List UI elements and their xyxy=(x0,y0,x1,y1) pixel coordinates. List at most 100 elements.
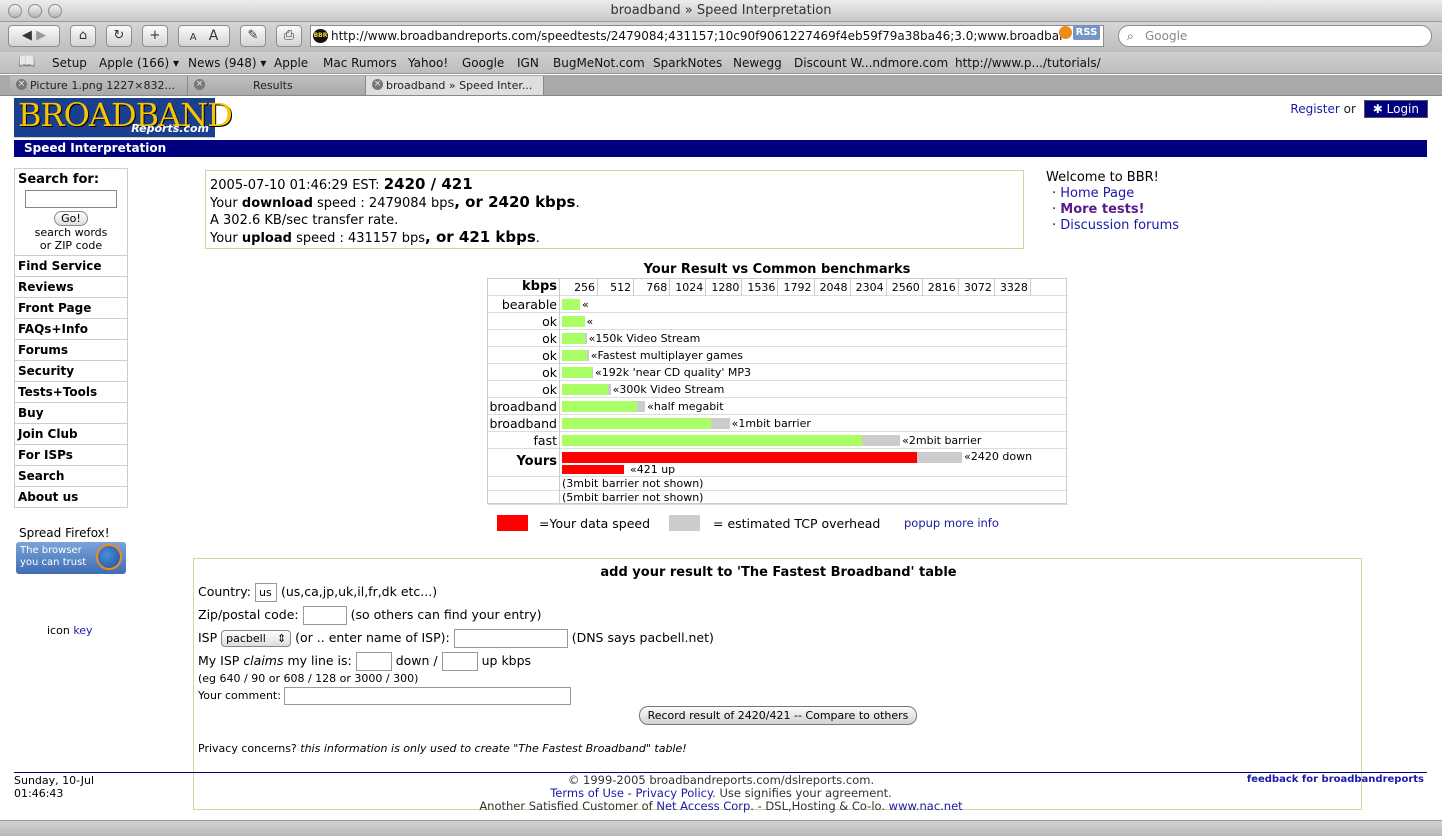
comment-input[interactable] xyxy=(284,687,572,705)
tab-picture[interactable]: × Picture 1.png 1227×832... xyxy=(10,76,188,95)
chart-row-label: ok xyxy=(488,347,560,364)
bookmarks-book-icon[interactable]: 📖 xyxy=(18,54,35,70)
bookmark-item[interactable]: Discount W...ndmore.com xyxy=(794,56,948,70)
bookmark-item[interactable]: Google xyxy=(462,56,504,70)
address-text[interactable]: http://www.broadbandreports.com/speedtes… xyxy=(331,29,1064,43)
back-arrow-icon[interactable]: ◀ xyxy=(22,28,32,43)
net-access-link[interactable]: Net Access Corp. xyxy=(656,799,754,813)
close-tab-icon[interactable]: × xyxy=(194,79,205,90)
bookmark-item[interactable]: News (948) ▾ xyxy=(188,56,266,70)
forward-arrow-icon[interactable]: ▶ xyxy=(36,28,46,43)
home-icon: ⌂ xyxy=(78,28,88,43)
isp-name-input[interactable] xyxy=(453,629,568,648)
go-button[interactable]: Go! xyxy=(54,211,88,226)
sidebar-item-forums[interactable]: Forums xyxy=(14,340,128,361)
tab-label[interactable]: broadband » Speed Inter... xyxy=(386,79,532,92)
footer-dash: - xyxy=(627,786,632,800)
close-tab-icon[interactable]: × xyxy=(16,79,27,90)
browser-window: broadband » Speed Interpretation ◀ ▶ ⌂ ↻… xyxy=(0,0,1442,836)
overhead-bar xyxy=(585,333,587,344)
discussion-forums-link[interactable]: Discussion forums xyxy=(1060,218,1179,233)
country-input[interactable]: us xyxy=(254,583,277,602)
bookmark-item[interactable]: http://www.p.../tutorials/ xyxy=(955,56,1101,70)
firefox-banner[interactable]: The browser you can trust xyxy=(16,542,126,574)
window-title: broadband » Speed Interpretation xyxy=(610,3,832,18)
rss-button[interactable]: RSS xyxy=(1073,25,1100,40)
sidebar-item-security[interactable]: Security xyxy=(14,361,128,382)
bookmark-item[interactable]: Apple xyxy=(274,56,308,70)
google-search-placeholder[interactable]: Google xyxy=(1145,29,1187,43)
claims-prefix: My ISP xyxy=(198,653,240,668)
title-bar: broadband » Speed Interpretation xyxy=(0,0,1442,22)
sidebar: Search for: Go! search words or ZIP code… xyxy=(14,168,128,508)
snapback-icon[interactable] xyxy=(1059,26,1072,39)
zip-input[interactable] xyxy=(302,606,347,625)
tab-label[interactable]: Picture 1.png 1227×832... xyxy=(30,79,175,92)
bookmark-item[interactable]: Yahoo! xyxy=(408,56,448,70)
icon-text: icon xyxy=(47,624,70,637)
download-line-prefix: Your xyxy=(210,196,238,211)
back-forward-buttons[interactable]: ◀ ▶ xyxy=(8,25,60,47)
add-bookmark-button[interactable]: + xyxy=(142,25,168,47)
country-hint: (us,ca,jp,uk,il,fr,dk etc...) xyxy=(280,584,438,599)
nac-link[interactable]: www.nac.net xyxy=(889,799,963,813)
bookmark-item[interactable]: Newegg xyxy=(733,56,782,70)
sidebar-item-join-club[interactable]: Join Club xyxy=(14,424,128,445)
chart-tick-label: 2048 xyxy=(819,281,848,294)
isp-select[interactable]: pacbell ⇕ xyxy=(221,630,292,647)
home-page-link[interactable]: Home Page xyxy=(1060,186,1134,201)
feedback-link[interactable]: feedback for broadbandreports xyxy=(1247,774,1424,785)
snapback-button[interactable]: ✎ xyxy=(240,25,266,47)
chart-row-label: ok xyxy=(488,330,560,347)
terms-link[interactable]: Terms of Use xyxy=(550,786,624,800)
chart-row-label: ok xyxy=(488,364,560,381)
bookmark-item[interactable]: Mac Rumors xyxy=(323,56,397,70)
result-timestamp: 2005-07-10 01:46:29 EST: xyxy=(210,178,380,193)
popup-more-info-link[interactable]: popup more info xyxy=(904,516,999,530)
sidebar-item-tests-tools[interactable]: Tests+Tools xyxy=(14,382,128,403)
address-bar[interactable]: BBR http://www.broadbandreports.com/spee… xyxy=(310,25,1104,47)
chart-tick-label: 1024 xyxy=(675,281,704,294)
tab-results[interactable]: × Results xyxy=(188,76,366,95)
text-size-buttons[interactable]: A A xyxy=(178,25,230,47)
sidebar-item-reviews[interactable]: Reviews xyxy=(14,277,128,298)
comment-label: Your comment: xyxy=(198,689,281,702)
claims-suffix: my line is: xyxy=(287,653,352,668)
register-link[interactable]: Register xyxy=(1290,102,1339,116)
key-link[interactable]: key xyxy=(73,624,92,637)
print-button[interactable]: ⎙ xyxy=(276,25,302,47)
download-word: download xyxy=(241,196,313,211)
bookmark-item[interactable]: Apple (166) ▾ xyxy=(99,56,179,70)
close-tab-icon[interactable]: × xyxy=(372,79,383,90)
google-search-field[interactable]: ⌕ Google xyxy=(1118,25,1432,47)
tab-broadband[interactable]: × broadband » Speed Inter... xyxy=(366,76,544,95)
isp-label: ISP xyxy=(198,630,218,645)
bookmark-item[interactable]: SparkNotes xyxy=(653,56,722,70)
claimed-down-input[interactable] xyxy=(355,652,392,671)
text-bigger-button[interactable]: A xyxy=(209,28,219,44)
site-logo[interactable]: BROADBAND Reports.com xyxy=(14,96,233,138)
your-download-overhead-bar xyxy=(917,452,963,463)
sidebar-item-faqs[interactable]: FAQs+Info xyxy=(14,319,128,340)
upload-kbps: , or 421 kbps xyxy=(425,228,536,246)
record-result-button[interactable]: Record result of 2420/421 -- Compare to … xyxy=(639,706,917,725)
sidebar-item-search[interactable]: Search xyxy=(14,466,128,487)
more-tests-link[interactable]: More tests! xyxy=(1060,202,1144,217)
bookmark-item[interactable]: Setup xyxy=(52,56,87,70)
sidebar-item-find-service[interactable]: Find Service xyxy=(14,256,128,277)
sidebar-item-about-us[interactable]: About us xyxy=(14,487,128,508)
sidebar-item-front-page[interactable]: Front Page xyxy=(14,298,128,319)
site-search-input[interactable] xyxy=(25,190,117,208)
period: . xyxy=(535,231,540,246)
tab-label[interactable]: Results xyxy=(253,79,293,92)
home-button[interactable]: ⌂ xyxy=(70,25,96,47)
reload-button[interactable]: ↻ xyxy=(106,25,132,47)
bookmark-item[interactable]: IGN xyxy=(517,56,539,70)
login-button[interactable]: ✱ Login xyxy=(1363,100,1428,118)
text-smaller-button[interactable]: A xyxy=(190,32,197,43)
sidebar-item-buy[interactable]: Buy xyxy=(14,403,128,424)
claimed-up-input[interactable] xyxy=(441,652,478,671)
privacy-policy-link[interactable]: Privacy Policy xyxy=(635,786,712,800)
sidebar-item-for-isps[interactable]: For ISPs xyxy=(14,445,128,466)
bookmark-item[interactable]: BugMeNot.com xyxy=(553,56,645,70)
